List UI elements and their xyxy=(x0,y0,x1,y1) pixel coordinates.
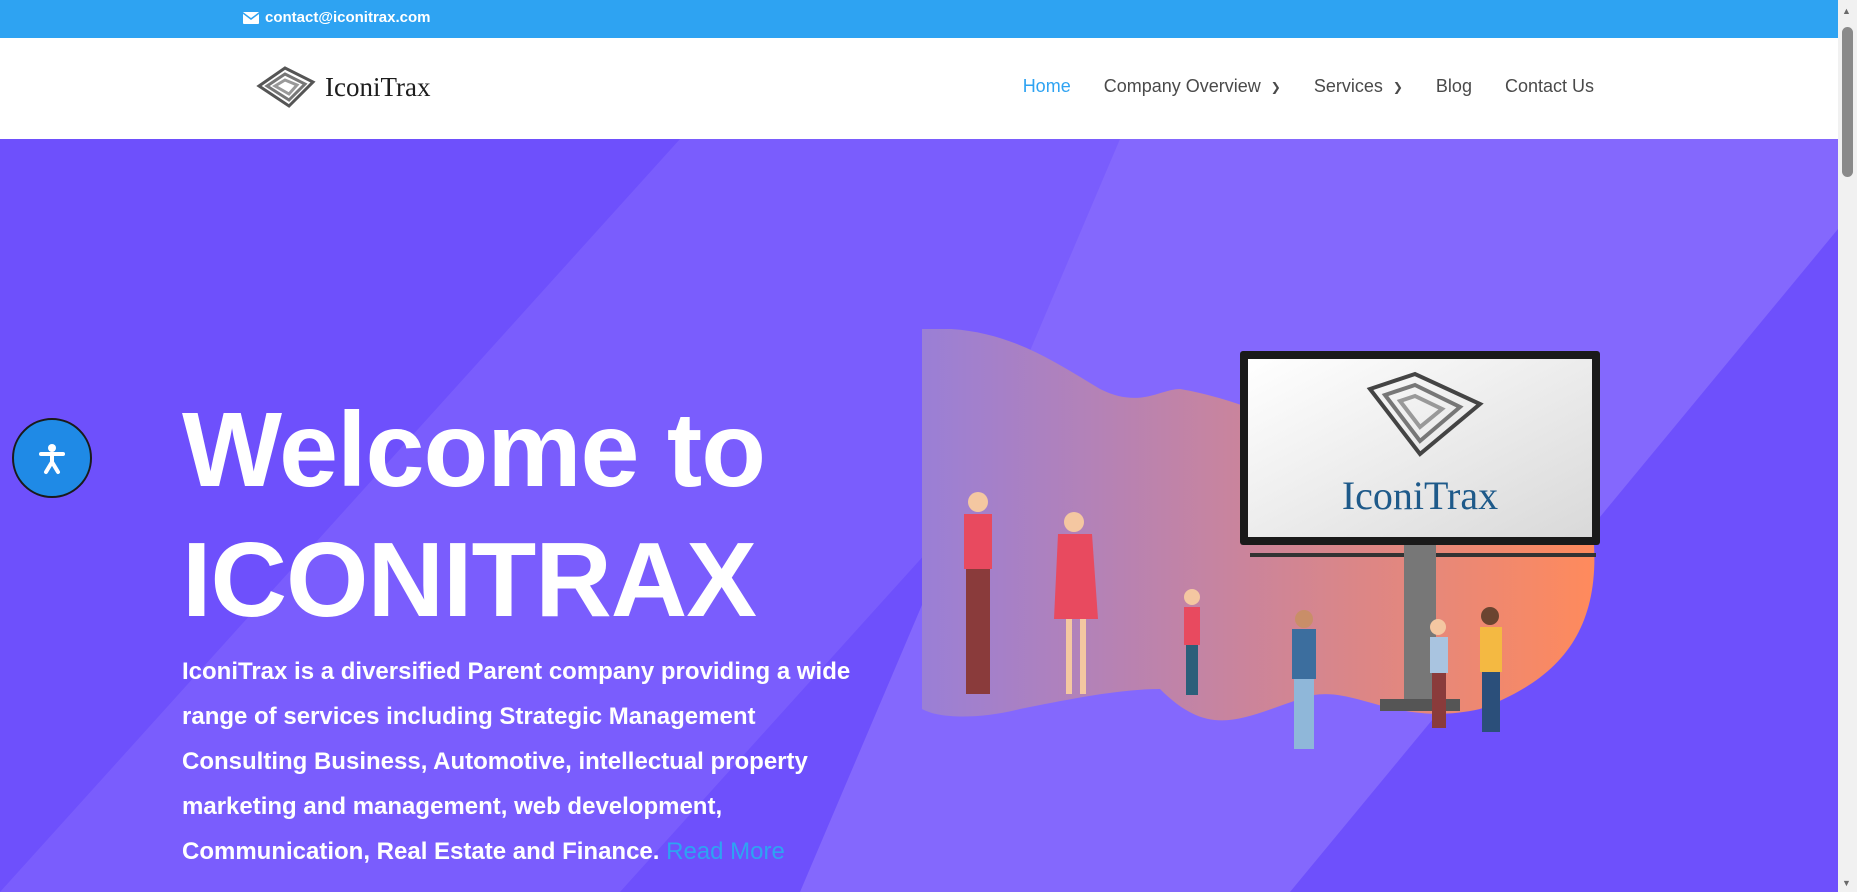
nav-blog-label: Blog xyxy=(1435,76,1472,96)
hero-section: Welcome to ICONITRAX IconiTrax is a dive… xyxy=(0,139,1838,892)
nav-blog[interactable]: Blog xyxy=(1436,76,1472,97)
logo-icon xyxy=(256,66,316,108)
top-bar: contact@iconitrax.com xyxy=(0,0,1838,38)
hero-title-line1: Welcome to xyxy=(182,391,766,509)
site-logo[interactable]: IconiTrax xyxy=(255,64,431,110)
contact-email[interactable]: contact@iconitrax.com xyxy=(243,9,431,26)
hero-description: IconiTrax is a diversified Parent compan… xyxy=(182,649,862,874)
site-header: IconiTrax Home Company Overview ❯ Servic… xyxy=(0,38,1838,139)
contact-email-text: contact@iconitrax.com xyxy=(265,9,431,26)
accessibility-icon xyxy=(39,444,65,474)
nav-home[interactable]: Home xyxy=(1023,76,1071,97)
scroll-up-icon[interactable]: ▲ xyxy=(1842,6,1851,16)
hero-title: Welcome to ICONITRAX xyxy=(182,385,766,645)
nav-contact-us[interactable]: Contact Us xyxy=(1505,76,1594,97)
chevron-down-icon: ❯ xyxy=(1392,79,1403,94)
nav-home-label: Home xyxy=(1022,76,1071,96)
scroll-down-icon[interactable]: ▼ xyxy=(1842,878,1851,888)
accessibility-button[interactable] xyxy=(12,418,92,498)
nav-company-overview[interactable]: Company Overview ❯ xyxy=(1104,76,1281,97)
mail-icon xyxy=(243,11,259,24)
billboard-text: IconiTrax xyxy=(1342,473,1498,518)
chevron-down-icon: ❯ xyxy=(1270,79,1281,94)
hero-title-line2: ICONITRAX xyxy=(182,521,757,639)
hero-illustration: IconiTrax xyxy=(922,329,1600,749)
nav-contact-us-label: Contact Us xyxy=(1504,76,1594,96)
main-nav: Home Company Overview ❯ Services ❯ Blog … xyxy=(1023,76,1594,97)
read-more-link[interactable]: Read More xyxy=(666,838,785,865)
nav-services-label: Services xyxy=(1313,76,1383,96)
scroll-thumb[interactable] xyxy=(1842,27,1853,177)
nav-company-overview-label: Company Overview xyxy=(1103,76,1261,96)
nav-services[interactable]: Services ❯ xyxy=(1314,76,1403,97)
hero-description-text: IconiTrax is a diversified Parent compan… xyxy=(182,658,851,865)
logo-text: IconiTrax xyxy=(325,71,431,102)
page-scrollbar[interactable]: ▲ ▼ xyxy=(1838,0,1857,892)
